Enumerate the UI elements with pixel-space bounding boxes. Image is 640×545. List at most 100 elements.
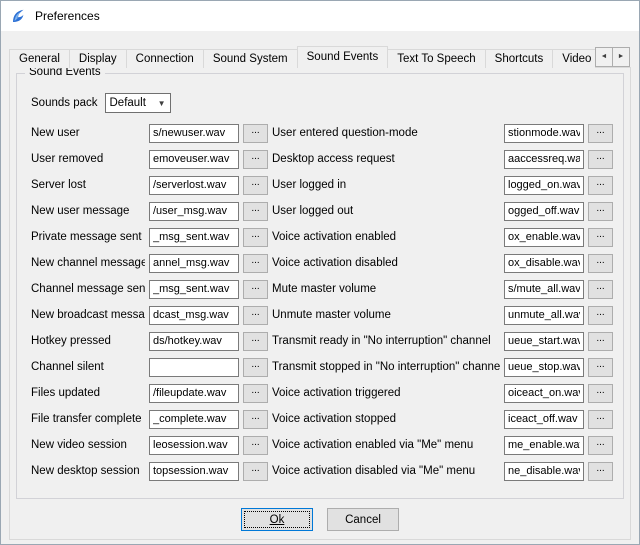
event-label: Desktop access request [272,153,500,165]
browse-button[interactable]: ... [588,280,613,299]
sound-file-input[interactable] [149,124,239,143]
preferences-window: Preferences General Display Connection S… [0,0,640,545]
event-label: New user message [31,205,145,217]
sound-file-input[interactable] [149,176,239,195]
browse-button[interactable]: ... [243,254,268,273]
browse-button[interactable]: ... [588,306,613,325]
browse-button[interactable]: ... [588,384,613,403]
browse-button[interactable]: ... [588,436,613,455]
sound-event-row: Channel message sent ... Mute master vol… [31,276,617,302]
sound-file-input[interactable] [149,436,239,455]
dialog-footer: Ok Cancel [10,508,630,531]
event-label: Channel message sent [31,283,145,295]
browse-button[interactable]: ... [588,202,613,221]
sound-file-input[interactable] [149,254,239,273]
sound-file-input[interactable] [149,358,239,377]
browse-button[interactable]: ... [588,124,613,143]
browse-button[interactable]: ... [243,150,268,169]
tab-scroll-control: ◄ ► [595,47,631,67]
sounds-pack-select[interactable]: Default ▼ [105,93,171,113]
browse-button[interactable]: ... [588,410,613,429]
sound-event-row: New broadcast message ... Unmute master … [31,302,617,328]
sound-file-input[interactable] [504,462,584,481]
browse-button[interactable]: ... [588,228,613,247]
window-title: Preferences [35,9,100,23]
event-label: New desktop session [31,465,145,477]
event-label: Unmute master volume [272,309,500,321]
tab-text-to-speech[interactable]: Text To Speech [387,49,485,68]
browse-button[interactable]: ... [243,228,268,247]
sound-file-input[interactable] [149,202,239,221]
sound-file-input[interactable] [149,150,239,169]
sound-event-row: New video session ... Voice activation e… [31,432,617,458]
sound-event-row: New desktop session ... Voice activation… [31,458,617,484]
tab-sound-events[interactable]: Sound Events [297,46,389,68]
sound-event-row: Hotkey pressed ... Transmit ready in "No… [31,328,617,354]
sound-file-input[interactable] [149,280,239,299]
sound-file-input[interactable] [504,254,584,273]
browse-button[interactable]: ... [588,176,613,195]
event-label: User entered question-mode [272,127,500,139]
browse-button[interactable]: ... [243,332,268,351]
sound-event-row: Server lost ... User logged in ... [31,172,617,198]
sound-file-input[interactable] [504,124,584,143]
sound-file-input[interactable] [504,306,584,325]
sound-event-row: File transfer complete ... Voice activat… [31,406,617,432]
browse-button[interactable]: ... [243,410,268,429]
cancel-button[interactable]: Cancel [327,508,399,531]
browse-button[interactable]: ... [243,280,268,299]
event-label: Transmit ready in "No interruption" chan… [272,335,500,347]
sound-file-input[interactable] [149,384,239,403]
titlebar[interactable]: Preferences [1,1,639,31]
browse-button[interactable]: ... [588,254,613,273]
tab-scroll-left-button[interactable]: ◄ [595,47,613,67]
sound-event-row: New channel message ... Voice activation… [31,250,617,276]
sound-file-input[interactable] [504,228,584,247]
sound-file-input[interactable] [504,384,584,403]
browse-button[interactable]: ... [243,124,268,143]
sound-file-input[interactable] [504,280,584,299]
tab-sound-system[interactable]: Sound System [203,49,298,68]
browse-button[interactable]: ... [588,358,613,377]
tab-page-sound-events: Sound Events Sounds pack Default ▼ New u… [9,67,631,540]
sound-file-input[interactable] [149,462,239,481]
sound-file-input[interactable] [504,358,584,377]
browse-button[interactable]: ... [243,462,268,481]
sound-file-input[interactable] [504,410,584,429]
sound-file-input[interactable] [504,332,584,351]
sound-events-groupbox: Sound Events Sounds pack Default ▼ New u… [16,73,624,499]
browse-button[interactable]: ... [588,150,613,169]
tab-scroll-right-button[interactable]: ► [612,47,630,67]
sound-event-row: New user ... User entered question-mode … [31,120,617,146]
tab-video[interactable]: Video [552,49,595,68]
sound-file-input[interactable] [504,202,584,221]
sound-file-input[interactable] [149,410,239,429]
event-label: Channel silent [31,361,145,373]
browse-button[interactable]: ... [243,436,268,455]
browse-button[interactable]: ... [588,332,613,351]
tab-display[interactable]: Display [69,49,127,68]
sound-file-input[interactable] [149,228,239,247]
tab-connection[interactable]: Connection [126,49,204,68]
tab-general[interactable]: General [9,49,70,68]
sound-file-input[interactable] [149,306,239,325]
event-label: Voice activation disabled via "Me" menu [272,465,500,477]
sound-file-input[interactable] [149,332,239,351]
event-label: New video session [31,439,145,451]
browse-button[interactable]: ... [243,176,268,195]
sound-file-input[interactable] [504,176,584,195]
browse-button[interactable]: ... [243,306,268,325]
sound-file-input[interactable] [504,150,584,169]
event-label: File transfer complete [31,413,145,425]
sound-file-input[interactable] [504,436,584,455]
event-label: User logged in [272,179,500,191]
event-label: Voice activation enabled [272,231,500,243]
browse-button[interactable]: ... [243,384,268,403]
event-label: User logged out [272,205,500,217]
browse-button[interactable]: ... [243,202,268,221]
tab-shortcuts[interactable]: Shortcuts [485,49,554,68]
ok-button[interactable]: Ok [241,508,313,531]
browse-button[interactable]: ... [243,358,268,377]
sound-event-row: Channel silent ... Transmit stopped in "… [31,354,617,380]
browse-button[interactable]: ... [588,462,613,481]
